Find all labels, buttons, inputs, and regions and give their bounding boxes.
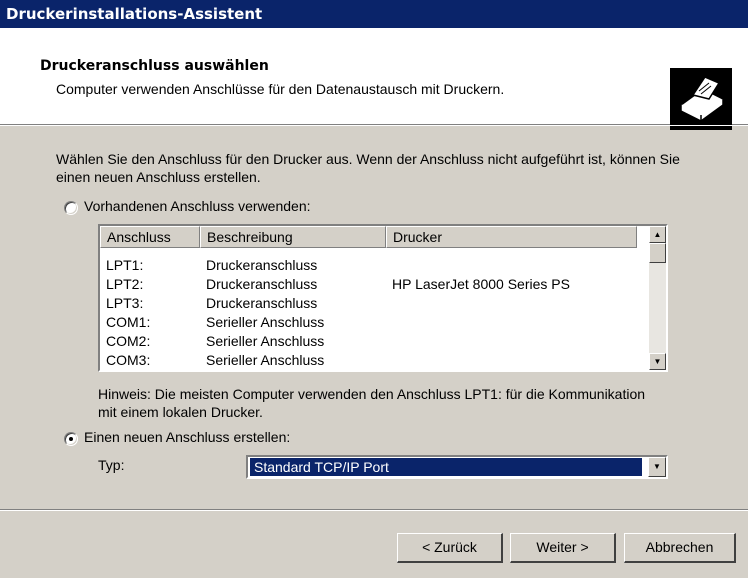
port-type-label: Typ: (98, 457, 125, 473)
cell-printer: HP LaserJet 8000 Series PS (392, 276, 570, 292)
header-title: Druckeranschluss auswählen (40, 58, 269, 74)
window-title: Druckerinstallations-Assistent (0, 0, 748, 28)
cell-port: COM3: (106, 352, 151, 368)
next-button[interactable]: Weiter > (510, 533, 616, 563)
new-port-radio[interactable] (64, 432, 78, 446)
chevron-down-icon[interactable]: ▼ (648, 457, 666, 477)
cell-port: LPT2: (106, 276, 144, 292)
header-subtitle: Computer verwenden Anschlüsse für den Da… (56, 81, 505, 97)
cell-description: Druckeranschluss (206, 257, 318, 273)
table-row[interactable]: LPT2: Druckeranschluss HP LaserJet 8000 … (100, 275, 637, 294)
cell-description: Serieller Anschluss (206, 314, 325, 330)
cell-port: COM2: (106, 333, 151, 349)
column-header-description[interactable]: Beschreibung (200, 226, 386, 248)
cell-port: COM1: (106, 314, 151, 330)
port-list-header: Anschluss Beschreibung Drucker (100, 226, 637, 248)
header-divider (0, 125, 748, 126)
cancel-button[interactable]: Abbrechen (624, 533, 736, 563)
existing-port-label[interactable]: Vorhandenen Anschluss verwenden: (84, 198, 311, 214)
table-row[interactable]: LPT3: Druckeranschluss (100, 294, 637, 313)
cell-description: Druckeranschluss (206, 295, 318, 311)
cell-port: LPT3: (106, 295, 144, 311)
back-button[interactable]: < Zurück (397, 533, 503, 563)
existing-port-radio[interactable] (64, 201, 78, 215)
port-type-value[interactable]: Standard TCP/IP Port (249, 457, 643, 477)
scroll-down-icon[interactable]: ▼ (649, 353, 666, 370)
port-list[interactable]: Anschluss Beschreibung Drucker LPT1: Dru… (98, 224, 668, 372)
table-row[interactable]: LPT1: Druckeranschluss (100, 256, 637, 275)
scroll-up-icon[interactable]: ▲ (649, 226, 666, 243)
cell-description: Serieller Anschluss (206, 333, 325, 349)
cell-description: Druckeranschluss (206, 276, 318, 292)
port-type-select[interactable]: Standard TCP/IP Port ▼ (246, 455, 668, 479)
wizard-header: Druckeranschluss auswählen Computer verw… (0, 28, 748, 130)
footer-divider-highlight (0, 510, 748, 511)
table-row[interactable]: COM3: Serieller Anschluss (100, 351, 637, 370)
cell-description: Serieller Anschluss (206, 352, 325, 368)
radio-selected-dot (69, 437, 73, 441)
table-row[interactable]: COM2: Serieller Anschluss (100, 332, 637, 351)
printer-icon (670, 68, 732, 130)
port-list-scrollbar[interactable]: ▲ ▼ (649, 226, 666, 370)
column-header-printer[interactable]: Drucker (386, 226, 637, 248)
hint-text: Hinweis: Die meisten Computer verwenden … (98, 386, 646, 420)
cell-port: LPT1: (106, 257, 144, 273)
intro-text: Wählen Sie den Anschluss für den Drucker… (56, 151, 680, 185)
column-header-port[interactable]: Anschluss (100, 226, 200, 248)
new-port-label[interactable]: Einen neuen Anschluss erstellen: (84, 429, 290, 445)
table-row[interactable]: COM1: Serieller Anschluss (100, 313, 637, 332)
scroll-thumb[interactable] (649, 243, 666, 263)
